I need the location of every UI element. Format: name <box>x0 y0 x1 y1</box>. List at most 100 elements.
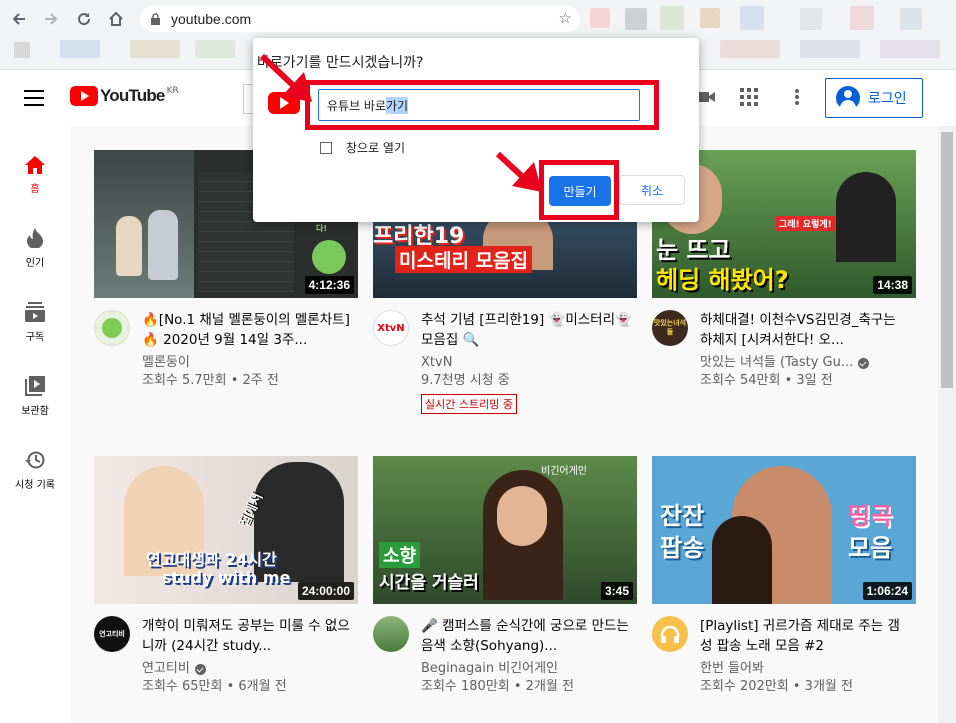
create-shortcut-dialog: 바로가기를 만드시겠습니까? 유튜브 바로 가기 창으로 열기 만들기 취소 <box>253 38 699 222</box>
thumbnail-text: 그래! 요렇게! <box>776 216 835 231</box>
channel-avatar[interactable]: XtvN <box>373 310 409 346</box>
open-as-window-checkbox[interactable]: 창으로 열기 <box>320 139 405 156</box>
video-title[interactable]: 하체대결! 이천수VS김민경_축구는 하체지 [시켜서한다! 오... <box>700 310 912 350</box>
video-duration: 1:06:24 <box>862 582 912 600</box>
sidebar-label: 홈 <box>30 184 40 195</box>
annotation-arrow-icon <box>259 53 312 102</box>
checkbox-box[interactable] <box>320 141 332 154</box>
sidebar-item-history[interactable]: 시청 기록 <box>0 422 70 496</box>
thumbnail-text: 미스테리 모음집 <box>395 246 532 273</box>
login-button[interactable]: 로그인 <box>825 78 923 118</box>
video-card[interactable]: 집에서 연고대생과 24시간 study with me 24:00:00 연고… <box>94 456 358 696</box>
sidebar-item-trending[interactable]: 인기 <box>0 200 70 274</box>
more-vert-icon[interactable] <box>794 88 800 110</box>
sidebar-item-home[interactable]: 홈 <box>0 126 70 200</box>
thumbnail-art <box>148 210 178 280</box>
menu-icon[interactable] <box>24 90 44 111</box>
sidebar-label: 시청 기록 <box>15 480 55 491</box>
video-stats: 조회수 5.7만회 • 2주 전 <box>142 373 279 388</box>
forward-icon[interactable] <box>40 8 62 30</box>
channel-name[interactable]: 멜론둥이 <box>142 354 190 372</box>
sidebar-label: 보관함 <box>21 406 49 417</box>
logo-region: KR <box>166 86 179 96</box>
thumbnail-art <box>497 486 547 546</box>
video-thumbnail[interactable]: 집에서 연고대생과 24시간 study with me 24:00:00 <box>94 456 358 604</box>
thumbnail-art <box>836 172 896 262</box>
annotation-highlight-box: 유튜브 바로 가기 <box>305 80 659 130</box>
subscriptions-icon <box>0 296 70 322</box>
blurred-extension <box>590 8 610 28</box>
blurred-bookmark <box>14 42 30 58</box>
thumbnail-art <box>116 216 142 276</box>
blurred-extension <box>800 8 822 30</box>
reload-icon[interactable] <box>73 8 95 30</box>
create-button[interactable]: 만들기 <box>549 176 611 206</box>
video-thumbnail[interactable]: 비긴어게인 소향 시간을 거슬러 3:45 <box>373 456 637 604</box>
channel-avatar[interactable]: 연고티비 <box>94 616 130 652</box>
channel-name[interactable]: 연고티비 <box>142 660 190 678</box>
video-title[interactable]: 🎤 캠퍼스를 순식간에 궁으로 만드는 음색 소향(Sohyang)... <box>421 616 633 656</box>
video-title[interactable]: 개학이 미뤄져도 공부는 미룰 수 없으니까 (24시간 study... <box>142 616 354 656</box>
sidebar-label: 인기 <box>25 258 45 269</box>
channel-avatar[interactable] <box>373 616 409 652</box>
channel-name[interactable]: XtvN <box>421 354 452 372</box>
logo-text: YouTube <box>100 86 165 105</box>
video-duration: 4:12:36 <box>304 276 354 294</box>
video-stats: 조회수 202만회 • 3개월 전 <box>700 679 853 694</box>
thumbnail-text: 소향 <box>379 542 421 568</box>
video-title[interactable]: 추석 기념 [프리한19] 👻미스터리👻 모음집 🔍 <box>421 310 633 350</box>
video-card[interactable]: 비긴어게인 소향 시간을 거슬러 3:45 🎤 캠퍼스를 순식간에 궁으로 만드… <box>373 456 637 696</box>
fire-icon <box>0 222 70 248</box>
url-text: youtube.com <box>171 11 252 27</box>
checkbox-label: 창으로 열기 <box>346 141 406 155</box>
video-thumbnail[interactable]: 잔잔 팝송 띵곡 모음 1:06:24 <box>652 456 916 604</box>
apps-grid-icon[interactable] <box>740 88 758 110</box>
blurred-bookmark <box>130 40 180 58</box>
thumbnail-text: 팝송 <box>660 534 705 562</box>
thumbnail-text: 모음 <box>848 534 893 562</box>
channel-name[interactable]: 한번 들어봐 <box>700 660 764 678</box>
shortcut-name-input[interactable]: 유튜브 바로 가기 <box>318 89 640 121</box>
page-scrollbar[interactable] <box>938 126 956 723</box>
thumbnail-text: 잔잔 <box>660 502 705 530</box>
account-icon <box>836 86 860 110</box>
home-icon[interactable] <box>105 8 127 30</box>
blurred-extension <box>850 6 874 30</box>
library-icon <box>0 370 70 396</box>
cancel-button[interactable]: 취소 <box>619 175 685 205</box>
create-video-icon[interactable] <box>697 88 715 110</box>
video-stats: 조회수 65만회 • 6개월 전 <box>142 679 287 694</box>
channel-avatar[interactable] <box>94 310 130 346</box>
video-title[interactable]: [Playlist] 귀르가즘 제대로 주는 갬성 팝송 노래 모음 #2 <box>700 616 912 656</box>
input-text: 유튜브 바로 <box>327 98 387 113</box>
channel-name[interactable]: Beginagain 비긴어게인 <box>421 660 558 678</box>
input-selected-text: 가기 <box>386 96 409 114</box>
video-title[interactable]: 🔥[No.1 채널 멜론둥이의 멜론차트]🔥 2020년 9월 14일 3주..… <box>142 310 354 350</box>
video-stats: 9.7천명 시청 중 <box>421 373 510 388</box>
thumbnail-art <box>94 150 194 298</box>
blurred-bookmark <box>720 40 780 58</box>
blurred-extension <box>660 6 684 30</box>
sidebar-item-subscriptions[interactable]: 구독 <box>0 274 70 348</box>
star-icon[interactable]: ☆ <box>559 9 572 27</box>
lock-icon <box>151 12 160 25</box>
address-bar[interactable]: youtube.com ☆ <box>140 6 580 32</box>
blurred-bookmark <box>60 40 100 58</box>
sidebar-item-library[interactable]: 보관함 <box>0 348 70 422</box>
live-badge: 실시간 스트리밍 중 <box>421 394 517 414</box>
blurred-bookmark <box>880 40 940 58</box>
blurred-bookmark <box>800 40 860 58</box>
thumbnail-art <box>712 516 772 604</box>
channel-avatar[interactable]: 맛있는녀석들 <box>652 310 688 346</box>
scrollbar-thumb[interactable] <box>941 132 953 388</box>
channel-name[interactable]: 맛있는 녀석들 (Tasty Gu... <box>700 354 853 372</box>
thumbnail-text: 시간을 거슬러 <box>379 573 479 593</box>
back-icon[interactable] <box>8 8 30 30</box>
sidebar-label: 구독 <box>25 332 45 343</box>
blurred-extension <box>900 8 922 30</box>
channel-avatar[interactable] <box>652 616 688 652</box>
video-card[interactable]: 잔잔 팝송 띵곡 모음 1:06:24 [Playlist] 귀르가즘 제대로 … <box>652 456 916 696</box>
youtube-logo[interactable]: YouTube KR <box>70 86 179 106</box>
annotation-arrow-icon <box>495 151 542 192</box>
sidebar: 홈 인기 구독 보관함 시청 기록 <box>0 126 70 723</box>
